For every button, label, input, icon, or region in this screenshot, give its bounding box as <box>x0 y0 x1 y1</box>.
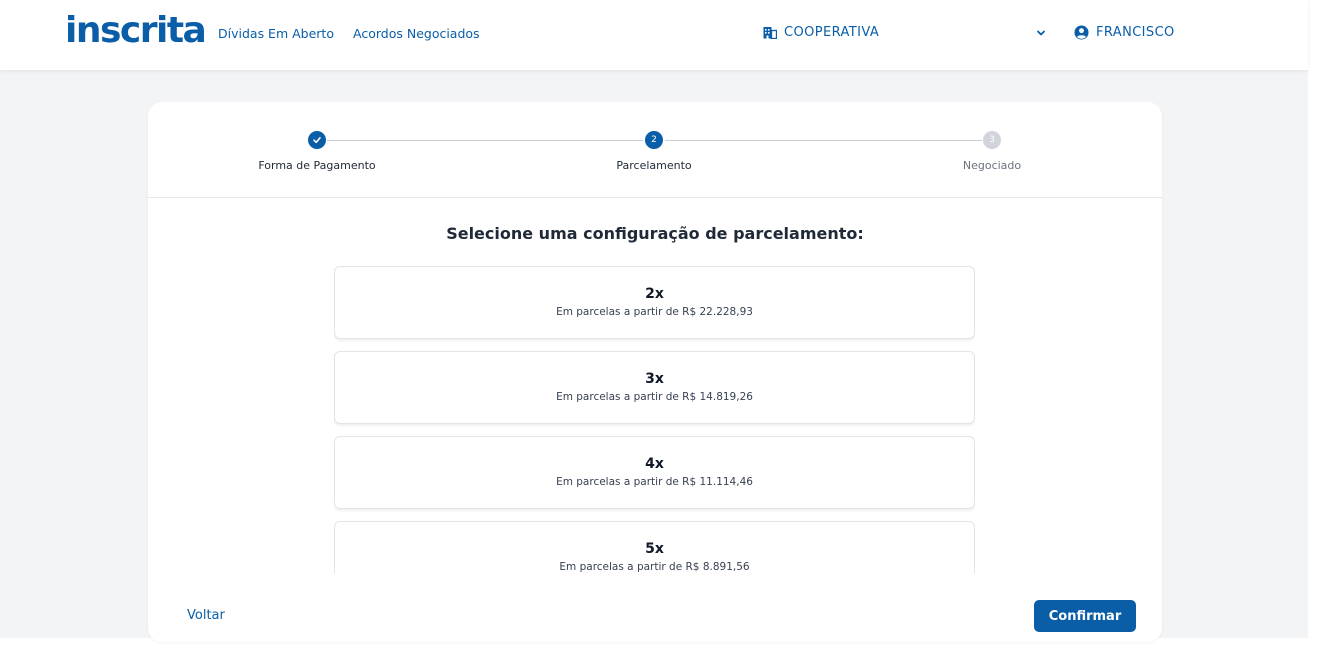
confirm-button[interactable]: Confirmar <box>1034 600 1136 632</box>
user-circle-icon <box>1074 25 1089 40</box>
check-icon <box>313 137 321 144</box>
progress-stepper: 2 3 Forma de Pagamento Parcelamento Nego… <box>148 102 1162 198</box>
step-label-parcelamento: Parcelamento <box>616 159 692 172</box>
nav-dividas-em-aberto[interactable]: Dívidas Em Aberto <box>218 26 334 41</box>
step-number-pending: 3 <box>983 131 1001 149</box>
installment-description: Em parcelas a partir de R$ 11.114,46 <box>556 476 753 488</box>
user-name: FRANCISCO <box>1096 25 1175 40</box>
stepper-connector <box>665 140 982 141</box>
installment-options-list[interactable]: 2x Em parcelas a partir de R$ 22.228,93 … <box>334 266 975 574</box>
nav-acordos-negociados[interactable]: Acordos Negociados <box>353 26 480 41</box>
organization-name: COOPERATIVA <box>784 25 880 40</box>
section-heading: Selecione uma configuração de parcelamen… <box>446 224 864 243</box>
installment-description: Em parcelas a partir de R$ 14.819,26 <box>556 391 753 403</box>
stepper-connector <box>327 140 643 141</box>
step-label-negociado: Negociado <box>962 159 1022 172</box>
organization-selector[interactable]: COOPERATIVA <box>763 25 879 40</box>
step-number-active: 2 <box>645 131 663 149</box>
installment-description: Em parcelas a partir de R$ 8.891,56 <box>559 561 750 573</box>
installment-option-3x[interactable]: 3x Em parcelas a partir de R$ 14.819,26 <box>334 351 975 424</box>
inscrita-logo[interactable]: inscrita <box>65 10 207 51</box>
back-button[interactable]: Voltar <box>187 608 225 623</box>
installment-option-2x[interactable]: 2x Em parcelas a partir de R$ 22.228,93 <box>334 266 975 339</box>
installment-description: Em parcelas a partir de R$ 22.228,93 <box>556 306 753 318</box>
installment-card: 2 3 Forma de Pagamento Parcelamento Nego… <box>148 102 1162 642</box>
user-menu[interactable]: FRANCISCO <box>1074 25 1175 40</box>
step-label-forma-de-pagamento: Forma de Pagamento <box>258 159 376 172</box>
installment-count: 5x <box>645 541 664 557</box>
top-navbar: inscrita Dívidas Em Aberto Acordos Negoc… <box>0 0 1308 70</box>
installment-option-5x[interactable]: 5x Em parcelas a partir de R$ 8.891,56 <box>334 521 975 574</box>
installment-count: 3x <box>645 371 664 387</box>
building-icon <box>763 27 777 39</box>
installment-option-4x[interactable]: 4x Em parcelas a partir de R$ 11.114,46 <box>334 436 975 509</box>
installment-count: 4x <box>645 456 664 472</box>
step-completed-check-icon <box>308 131 326 149</box>
chevron-down-icon[interactable] <box>1034 26 1048 40</box>
installment-count: 2x <box>645 286 664 302</box>
